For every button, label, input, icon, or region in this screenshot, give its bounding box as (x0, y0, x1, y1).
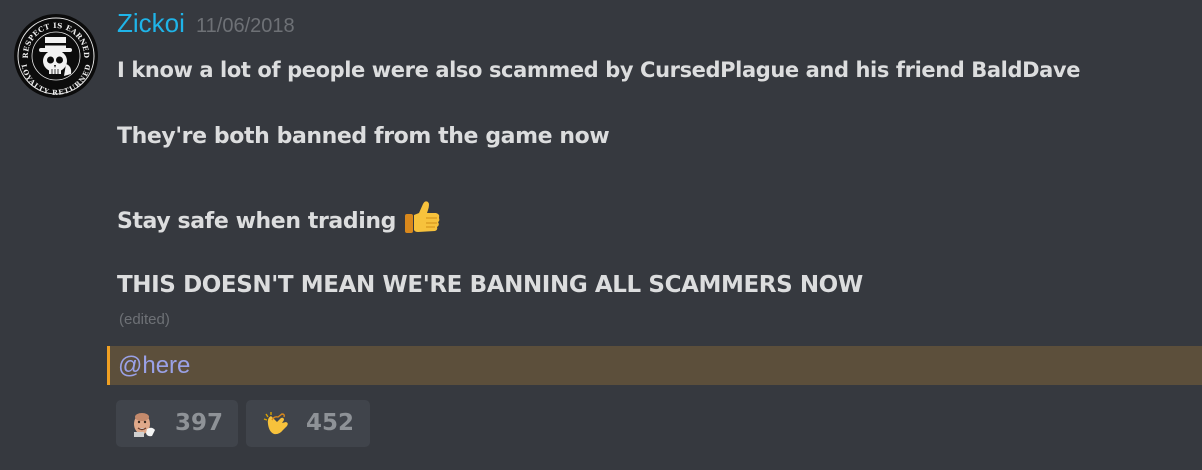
reaction-button[interactable]: 397 (116, 400, 238, 447)
user-avatar[interactable]: RESPECT IS EARNED LOYALTY RETURNED (14, 14, 98, 98)
message-line: THIS DOESN'T MEAN WE'RE BANNING ALL SCAM… (117, 272, 863, 298)
message-line: They're both banned from the game now (117, 124, 610, 149)
skull-logo-icon: RESPECT IS EARNED LOYALTY RETURNED (15, 15, 97, 97)
message-line-text: Stay safe when trading (117, 209, 396, 234)
message-line: Stay safe when trading (117, 200, 440, 240)
here-mention[interactable]: @here (118, 352, 190, 380)
chat-message: RESPECT IS EARNED LOYALTY RETURNED Zicko… (0, 0, 1202, 470)
mention-highlight: @here (107, 346, 1202, 385)
timestamp: 11/06/2018 (196, 15, 295, 37)
reaction-count: 397 (175, 410, 224, 436)
reaction-button[interactable]: 452 (246, 400, 370, 447)
thumbs-up-icon (404, 200, 440, 240)
username[interactable]: Zickoi (117, 8, 185, 38)
mention-bar (107, 346, 110, 385)
message-header: Zickoi 11/06/2018 (117, 8, 295, 46)
custom-face-emoji-icon (134, 413, 155, 437)
clapping-hands-icon (263, 412, 288, 435)
message-line: I know a lot of people were also scammed… (117, 58, 1081, 82)
edited-label: (edited) (119, 311, 170, 328)
reaction-count: 452 (306, 410, 355, 436)
